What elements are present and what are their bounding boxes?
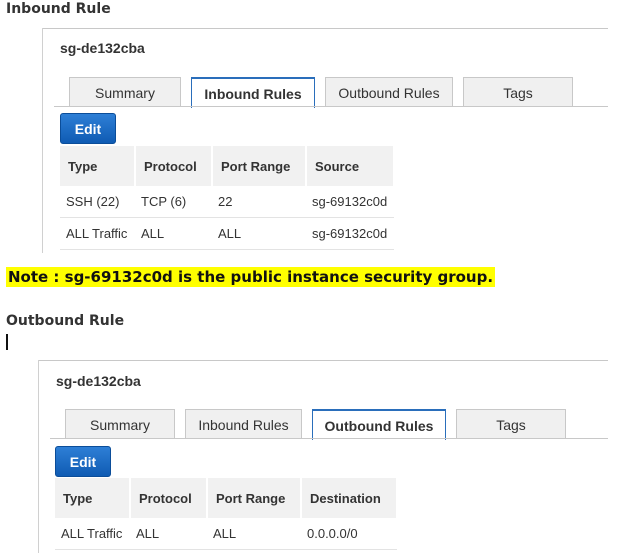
tab-summary[interactable]: Summary (69, 77, 181, 107)
outbound-rules-table: Type Protocol Port Range Destination ALL… (55, 478, 398, 550)
table-row[interactable]: ALL Traffic ALL ALL sg-69132c0d (60, 217, 394, 250)
column-header-type[interactable]: Type (55, 478, 131, 518)
column-header-source[interactable]: Source (306, 146, 395, 186)
tab-inbound-rules[interactable]: Inbound Rules (191, 77, 315, 108)
text-cursor (6, 334, 8, 350)
cell-protocol: ALL (135, 217, 212, 250)
tab-tags[interactable]: Tags (463, 77, 573, 107)
cell-source: sg-69132c0d (306, 217, 394, 250)
panel-divider (42, 28, 43, 253)
table-row[interactable]: SSH (22) TCP (6) 22 sg-69132c0d (60, 186, 394, 218)
outbound-sg-panel: sg-de132cba Summary Inbound Rules Outbou… (38, 360, 608, 553)
tab-baseline (50, 438, 608, 439)
cell-destination: 0.0.0.0/0 (301, 518, 397, 550)
tab-outbound-rules[interactable]: Outbound Rules (312, 409, 446, 440)
outbound-rule-heading: Outbound Rule (6, 313, 125, 329)
tab-tags[interactable]: Tags (456, 409, 566, 439)
column-header-protocol[interactable]: Protocol (130, 478, 208, 518)
column-header-type[interactable]: Type (60, 146, 136, 186)
edit-outbound-button[interactable]: Edit (55, 446, 111, 477)
note-callout: Note : sg-69132c0d is the public instanc… (6, 267, 496, 287)
column-header-protocol[interactable]: Protocol (135, 146, 213, 186)
tab-baseline (54, 106, 608, 107)
inbound-tab-bar: Summary Inbound Rules Outbound Rules Tag… (69, 77, 583, 108)
security-group-name: sg-de132cba (60, 40, 145, 56)
column-header-destination[interactable]: Destination (301, 478, 398, 518)
inbound-rule-heading: Inbound Rule (6, 1, 111, 17)
tab-inbound-rules[interactable]: Inbound Rules (185, 409, 302, 439)
inbound-sg-panel: sg-de132cba Summary Inbound Rules Outbou… (42, 28, 608, 253)
table-row[interactable]: ALL Traffic ALL ALL 0.0.0.0/0 (55, 518, 397, 550)
cell-type: SSH (22) (60, 186, 135, 218)
cell-port-range: ALL (207, 518, 301, 550)
tab-summary[interactable]: Summary (65, 409, 175, 439)
panel-divider (38, 360, 608, 361)
table-header-row: Type Protocol Port Range Destination (55, 478, 398, 518)
tab-outbound-rules[interactable]: Outbound Rules (325, 77, 453, 107)
cell-port-range: ALL (212, 217, 306, 250)
edit-inbound-button[interactable]: Edit (60, 113, 116, 144)
column-header-port-range[interactable]: Port Range (207, 478, 302, 518)
cell-type: ALL Traffic (60, 217, 135, 250)
column-header-port-range[interactable]: Port Range (212, 146, 307, 186)
outbound-tab-bar: Summary Inbound Rules Outbound Rules Tag… (65, 409, 576, 440)
panel-divider (42, 28, 608, 29)
security-group-name: sg-de132cba (56, 373, 141, 389)
cell-source: sg-69132c0d (306, 186, 394, 218)
cell-protocol: ALL (130, 518, 207, 550)
panel-divider (38, 360, 39, 553)
cell-port-range: 22 (212, 186, 306, 218)
cell-type: ALL Traffic (55, 518, 130, 550)
inbound-rules-table: Type Protocol Port Range Source SSH (22)… (60, 146, 395, 250)
cell-protocol: TCP (6) (135, 186, 212, 218)
table-header-row: Type Protocol Port Range Source (60, 146, 395, 186)
